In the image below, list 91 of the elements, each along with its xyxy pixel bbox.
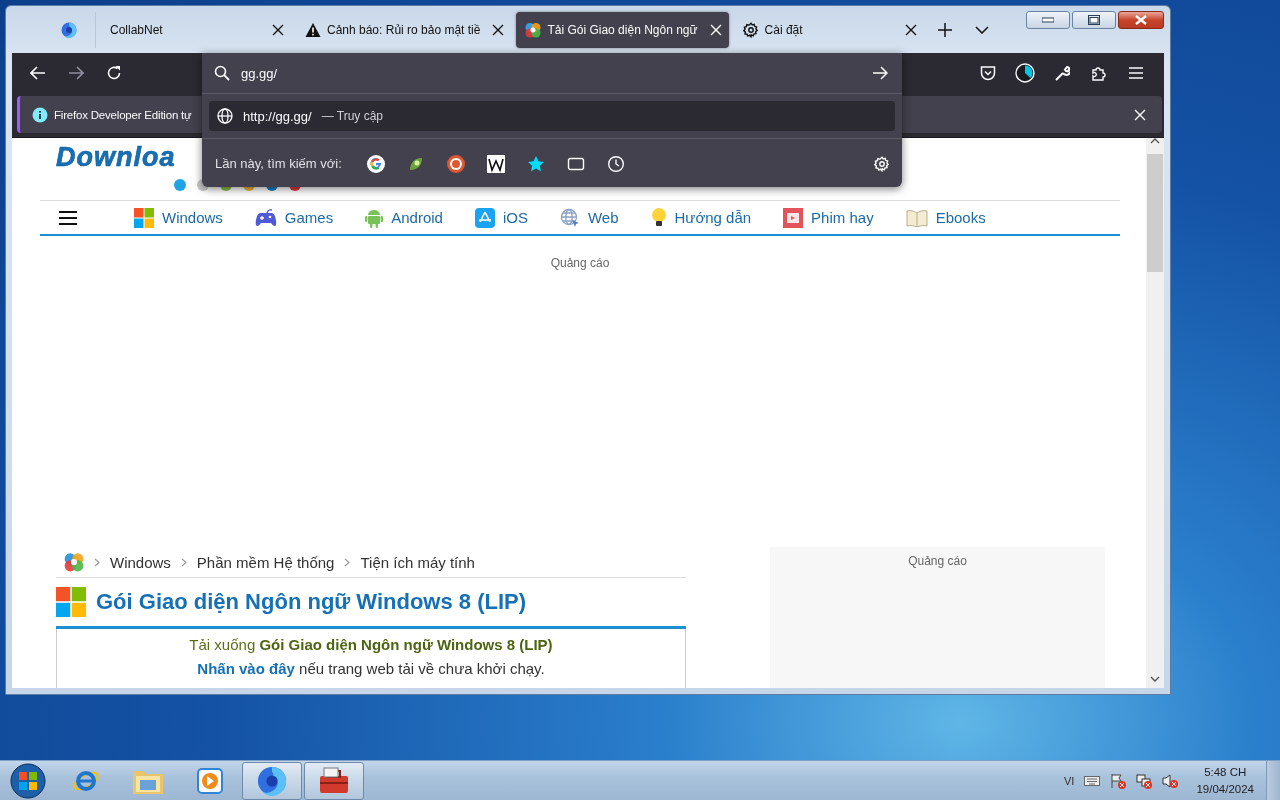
chevron-right-icon — [94, 557, 100, 567]
arrow-left-icon — [30, 66, 46, 80]
menu-icon — [1128, 66, 1144, 80]
browser-logo-icon — [257, 765, 287, 796]
wrench-icon — [1054, 65, 1070, 81]
minimize-icon — [1042, 17, 1054, 23]
breadcrumb-link[interactable]: Phần mềm Hệ thống — [196, 553, 335, 571]
site-nav-link[interactable]: Hướng dẫn — [650, 206, 752, 229]
download-hint: Nhấn vào đây nếu trang web tải về chưa khởi chạy. — [197, 659, 545, 679]
scroll-up-icon[interactable] — [1150, 138, 1160, 144]
keyboard-icon[interactable] — [1084, 774, 1101, 787]
settings-icon[interactable] — [874, 155, 890, 172]
suggestion-url: http://gg.gg/ — [243, 108, 312, 124]
close-icon — [1135, 15, 1147, 25]
ad-label: Quảng cáo — [908, 554, 967, 568]
clock[interactable]: 5:48 CH 19/04/2024 — [1196, 763, 1254, 798]
search-icon — [214, 65, 230, 81]
site-nav-link[interactable]: Android — [365, 207, 443, 228]
ad-label: Quảng cáo — [550, 256, 610, 270]
download-text: Tải xuống Gói Giao diện Ngôn ngữ Windows 8 (LIP) — [189, 635, 553, 655]
site-nav-link[interactable]: iOS — [474, 207, 528, 228]
four-squares-icon — [56, 587, 86, 617]
chevron-right-icon — [180, 557, 187, 567]
clock-time: 5:48 CH — [1203, 764, 1248, 780]
speaker-muted-icon[interactable] — [1162, 772, 1179, 789]
browser-tab[interactable]: Cài đặt — [733, 11, 924, 48]
gamepad-icon — [254, 208, 277, 227]
language-indicator[interactable]: VI — [1064, 774, 1075, 787]
browser-tab[interactable]: Cảnh báo: Rủi ro bảo mật tiề — [296, 11, 512, 48]
globe-icon — [559, 207, 580, 228]
letter-a-icon — [474, 207, 495, 228]
circle-logo-icon[interactable] — [446, 154, 465, 173]
four-squares-icon — [134, 207, 154, 228]
start-orb-icon — [10, 762, 46, 799]
breadcrumb-link[interactable]: Tiện ích máy tính — [360, 553, 475, 571]
maximize-button[interactable] — [1072, 11, 1116, 29]
play-icon — [195, 765, 225, 796]
download-link[interactable]: Nhấn vào đây — [197, 660, 295, 677]
toolbox-icon — [318, 765, 350, 796]
site-nav-link[interactable]: Games — [254, 208, 334, 227]
circle-progress-icon — [1015, 63, 1035, 83]
pocket-icon — [980, 65, 996, 81]
site-nav-link[interactable]: Windows — [134, 207, 223, 228]
menu-icon[interactable] — [58, 209, 78, 226]
book-icon — [905, 208, 928, 227]
puzzle-piece-icon — [1091, 65, 1107, 81]
chevron-right-icon — [344, 557, 351, 567]
taskbar-button[interactable] — [242, 761, 302, 800]
film-icon — [783, 207, 804, 228]
browser-tab[interactable]: CollabNet — [101, 11, 291, 48]
network-icon[interactable] — [1136, 772, 1153, 789]
search-with-label: Lần này, tìm kiếm với: — [215, 156, 342, 171]
globe-icon — [217, 108, 233, 124]
site-nav-link[interactable]: Web — [559, 207, 619, 228]
maximize-icon — [1088, 15, 1100, 25]
clock-date: 19/04/2024 — [1196, 781, 1254, 797]
suggestion-row[interactable]: http://gg.gg/ — Truy cập — [209, 101, 895, 131]
info-icon — [32, 106, 48, 123]
clock-icon[interactable] — [606, 154, 625, 173]
colorful-swirl-icon[interactable] — [64, 552, 84, 572]
light-bulb-icon — [650, 206, 667, 229]
taskbar-button[interactable] — [304, 761, 364, 800]
browser-tab[interactable]: Tải Gói Giao diện Ngôn ngữ — [516, 11, 729, 48]
scroll-down-icon[interactable] — [1150, 676, 1160, 682]
settings-icon — [742, 21, 759, 38]
chevron-down-icon[interactable] — [974, 25, 989, 34]
colorful-swirl-icon — [525, 21, 542, 38]
arrow-right-icon — [68, 66, 84, 80]
close-icon[interactable] — [492, 23, 505, 36]
browser-logo-icon — [60, 21, 77, 38]
notification-text: Firefox Developer Edition tự — [54, 108, 192, 121]
site-nav-link[interactable]: Phim hay — [783, 207, 874, 228]
star-icon[interactable] — [526, 154, 545, 173]
page-title: Gói Giao diện Ngôn ngữ Windows 8 (LIP) — [96, 589, 527, 615]
site-nav-link[interactable]: Ebooks — [905, 208, 986, 227]
go-arrow-icon[interactable] — [872, 66, 888, 80]
warning-icon — [305, 21, 321, 38]
reload-icon — [106, 65, 122, 81]
breadcrumb-link[interactable]: Windows — [110, 553, 171, 571]
close-window-button[interactable] — [1118, 11, 1164, 29]
scrollbar-thumb[interactable] — [1147, 154, 1163, 272]
minimize-button[interactable] — [1026, 11, 1070, 29]
close-icon[interactable] — [272, 23, 284, 36]
robot-icon — [365, 207, 384, 228]
plus-icon[interactable] — [937, 22, 952, 37]
close-icon[interactable] — [904, 23, 917, 36]
letter-g-icon[interactable] — [366, 154, 385, 173]
flag-icon[interactable] — [1110, 772, 1127, 789]
suggestion-action: — Truy cập — [321, 109, 384, 123]
site-logo[interactable]: Downloa — [40, 138, 176, 173]
letter-w-icon[interactable] — [486, 154, 505, 173]
